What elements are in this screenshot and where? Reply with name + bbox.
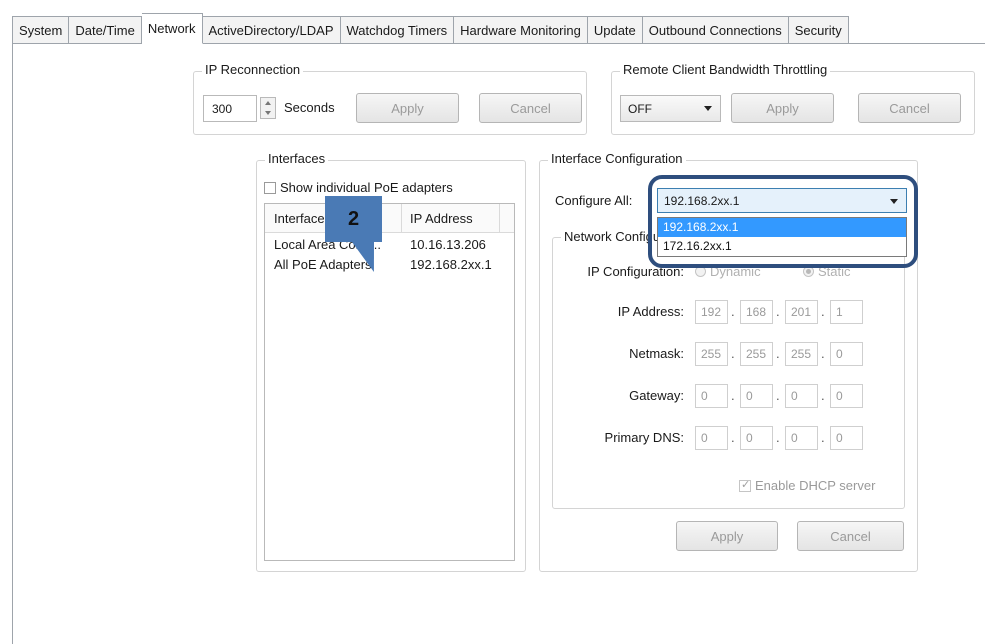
ip-octet-2[interactable]: 168	[740, 300, 773, 324]
spinner-control[interactable]	[260, 97, 276, 119]
netmask-label: Netmask:	[629, 346, 684, 361]
dropdown-option[interactable]: 172.16.2xx.1	[658, 237, 906, 256]
ip-octet-1[interactable]: 192	[695, 300, 728, 324]
column-divider	[499, 204, 500, 232]
tab-hardware-monitoring[interactable]: Hardware Monitoring	[454, 16, 588, 44]
config-apply-button[interactable]: Apply	[676, 521, 778, 551]
dns-label: Primary DNS:	[604, 430, 684, 445]
configure-all-dropdown-list: 192.168.2xx.1 172.16.2xx.1	[657, 217, 907, 257]
ip-dot: .	[821, 430, 825, 445]
dns-octet-2[interactable]: 0	[740, 426, 773, 450]
gateway-label: Gateway:	[629, 388, 684, 403]
dns-octet-1[interactable]: 0	[695, 426, 728, 450]
tab-outbound-connections[interactable]: Outbound Connections	[642, 16, 789, 44]
tab-update[interactable]: Update	[587, 16, 643, 44]
netmask-octet-3[interactable]: 255	[785, 342, 818, 366]
spin-down-icon[interactable]	[265, 111, 271, 115]
configure-all-select[interactable]: 192.168.2xx.1	[657, 188, 907, 213]
netmask-octet-2[interactable]: 255	[740, 342, 773, 366]
ip-octet-4[interactable]: 1	[830, 300, 863, 324]
spin-up-icon[interactable]	[265, 101, 271, 105]
ip-dot: .	[731, 346, 735, 361]
interfaces-title: Interfaces	[265, 151, 329, 166]
reconnection-apply-button[interactable]: Apply	[356, 93, 459, 123]
table-row[interactable]: Local Area Conn... 10.16.13.206	[265, 235, 514, 255]
ip-dot: .	[776, 388, 780, 403]
interface-ip: 192.168.2xx.1	[410, 257, 492, 272]
ip-octet-3[interactable]: 201	[785, 300, 818, 324]
tab-watchdog-timers[interactable]: Watchdog Timers	[340, 16, 455, 44]
callout-number: 2	[347, 207, 360, 230]
ip-dot: .	[821, 346, 825, 361]
config-cancel-button[interactable]: Cancel	[797, 521, 904, 551]
ip-reconnection-title: IP Reconnection	[202, 62, 304, 77]
ip-dot: .	[821, 304, 825, 319]
seconds-label: Seconds	[284, 100, 335, 115]
tab-date-time[interactable]: Date/Time	[69, 16, 142, 44]
netmask-octet-1[interactable]: 255	[695, 342, 728, 366]
column-header-ip[interactable]: IP Address	[410, 211, 473, 226]
dropdown-option[interactable]: 192.168.2xx.1	[658, 218, 906, 237]
configure-all-label: Configure All:	[555, 193, 633, 208]
interfaces-list[interactable]: Interface IP Address Local Area Conn... …	[264, 203, 515, 561]
dhcp-label: Enable DHCP server	[755, 478, 876, 493]
ip-dot: .	[776, 346, 780, 361]
tab-bar: System Date/Time Network ActiveDirectory…	[12, 13, 849, 44]
dns-octet-4[interactable]: 0	[830, 426, 863, 450]
reconnection-seconds-input[interactable]: 300	[203, 95, 257, 122]
ip-dot: .	[731, 430, 735, 445]
ip-dot: .	[731, 304, 735, 319]
table-row[interactable]: All PoE Adapters 192.168.2xx.1	[265, 255, 514, 275]
tab-system[interactable]: System	[12, 16, 70, 44]
show-poe-checkbox-box[interactable]	[264, 182, 276, 194]
dns-octet-3[interactable]: 0	[785, 426, 818, 450]
ip-dot: .	[731, 388, 735, 403]
ip-dot: .	[776, 304, 780, 319]
interface-ip: 10.16.13.206	[410, 237, 486, 252]
dhcp-checkbox[interactable]: Enable DHCP server	[739, 478, 875, 493]
ip-address-label: IP Address:	[617, 304, 684, 319]
netmask-octet-4[interactable]: 0	[830, 342, 863, 366]
show-poe-label: Show individual PoE adapters	[280, 180, 453, 195]
reconnection-value: 300	[212, 101, 233, 116]
throttling-apply-button[interactable]: Apply	[731, 93, 834, 123]
gateway-octet-4[interactable]: 0	[830, 384, 863, 408]
chevron-down-icon	[890, 199, 898, 204]
reconnection-cancel-button[interactable]: Cancel	[479, 93, 582, 123]
chevron-down-icon	[704, 106, 712, 111]
dhcp-checkbox-box[interactable]	[739, 478, 751, 492]
column-header-interface[interactable]: Interface	[274, 211, 325, 226]
tab-network[interactable]: Network	[141, 13, 203, 44]
throttling-cancel-button[interactable]: Cancel	[858, 93, 961, 123]
tab-security[interactable]: Security	[788, 16, 849, 44]
ip-dot: .	[776, 430, 780, 445]
step-callout: 2	[325, 196, 382, 242]
interface-config-title: Interface Configuration	[548, 151, 686, 166]
tab-active-directory[interactable]: ActiveDirectory/LDAP	[202, 16, 341, 44]
show-poe-checkbox[interactable]: Show individual PoE adapters	[264, 180, 453, 195]
gateway-octet-3[interactable]: 0	[785, 384, 818, 408]
interfaces-header: Interface IP Address	[265, 204, 514, 233]
throttling-value: OFF	[628, 101, 652, 116]
throttling-title: Remote Client Bandwidth Throttling	[620, 62, 831, 77]
interface-name: All PoE Adapters	[274, 257, 372, 272]
configure-all-value: 192.168.2xx.1	[664, 193, 740, 208]
column-divider	[401, 204, 402, 232]
gateway-octet-1[interactable]: 0	[695, 384, 728, 408]
ip-dot: .	[821, 388, 825, 403]
throttling-select[interactable]: OFF	[620, 95, 721, 122]
gateway-octet-2[interactable]: 0	[740, 384, 773, 408]
